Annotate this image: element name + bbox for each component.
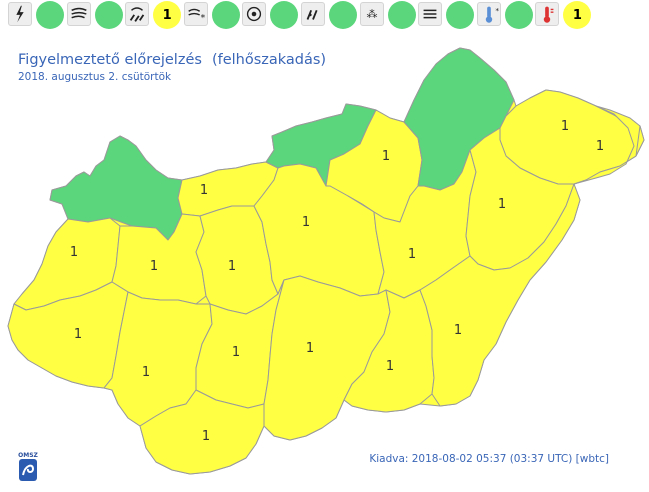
county-level-label-komarom-esztergom: 1 xyxy=(200,183,208,198)
county-level-label-tolna: 1 xyxy=(232,345,240,360)
county-level-label-vas: 1 xyxy=(70,245,78,260)
county-level-label-somogy: 1 xyxy=(142,365,150,380)
county-level-label-bekes: 1 xyxy=(454,323,462,338)
county-level-label-pest: 1 xyxy=(302,215,310,230)
county-level-label-csongrad: 1 xyxy=(386,359,394,374)
county-level-label-bacs-kiskun: 1 xyxy=(306,341,314,356)
county-level-label-szabolcs-szatmar-bereg: 1 xyxy=(561,119,569,134)
county-level-label-jasz-nagykun-szolnok: 1 xyxy=(498,197,506,212)
county-level-label-heves: 1 xyxy=(408,247,416,262)
svg-text:OMSZ: OMSZ xyxy=(18,452,38,459)
omsz-logo-icon[interactable]: OMSZ xyxy=(17,449,39,483)
county-level-label-fejer: 1 xyxy=(228,259,236,274)
county-level-label-hajdu-bihar: 1 xyxy=(596,139,604,154)
page-title: Figyelmeztető előrejelzés (felhőszakadás) xyxy=(18,52,326,68)
title-text: Figyelmeztető előrejelzés xyxy=(18,52,202,68)
county-level-label-nograd: 1 xyxy=(382,149,390,164)
county-level-label-baranya: 1 xyxy=(202,429,210,444)
issued-timestamp: Kiadva: 2018-08-02 05:37 (03:37 UTC) [wb… xyxy=(369,453,609,465)
warning-type-subtitle: (felhőszakadás) xyxy=(211,52,327,68)
forecast-date: 2018. augusztus 2. csütörtök xyxy=(18,71,172,83)
county-level-label-zala: 1 xyxy=(74,327,82,342)
county-level-label-veszprem: 1 xyxy=(150,259,158,274)
